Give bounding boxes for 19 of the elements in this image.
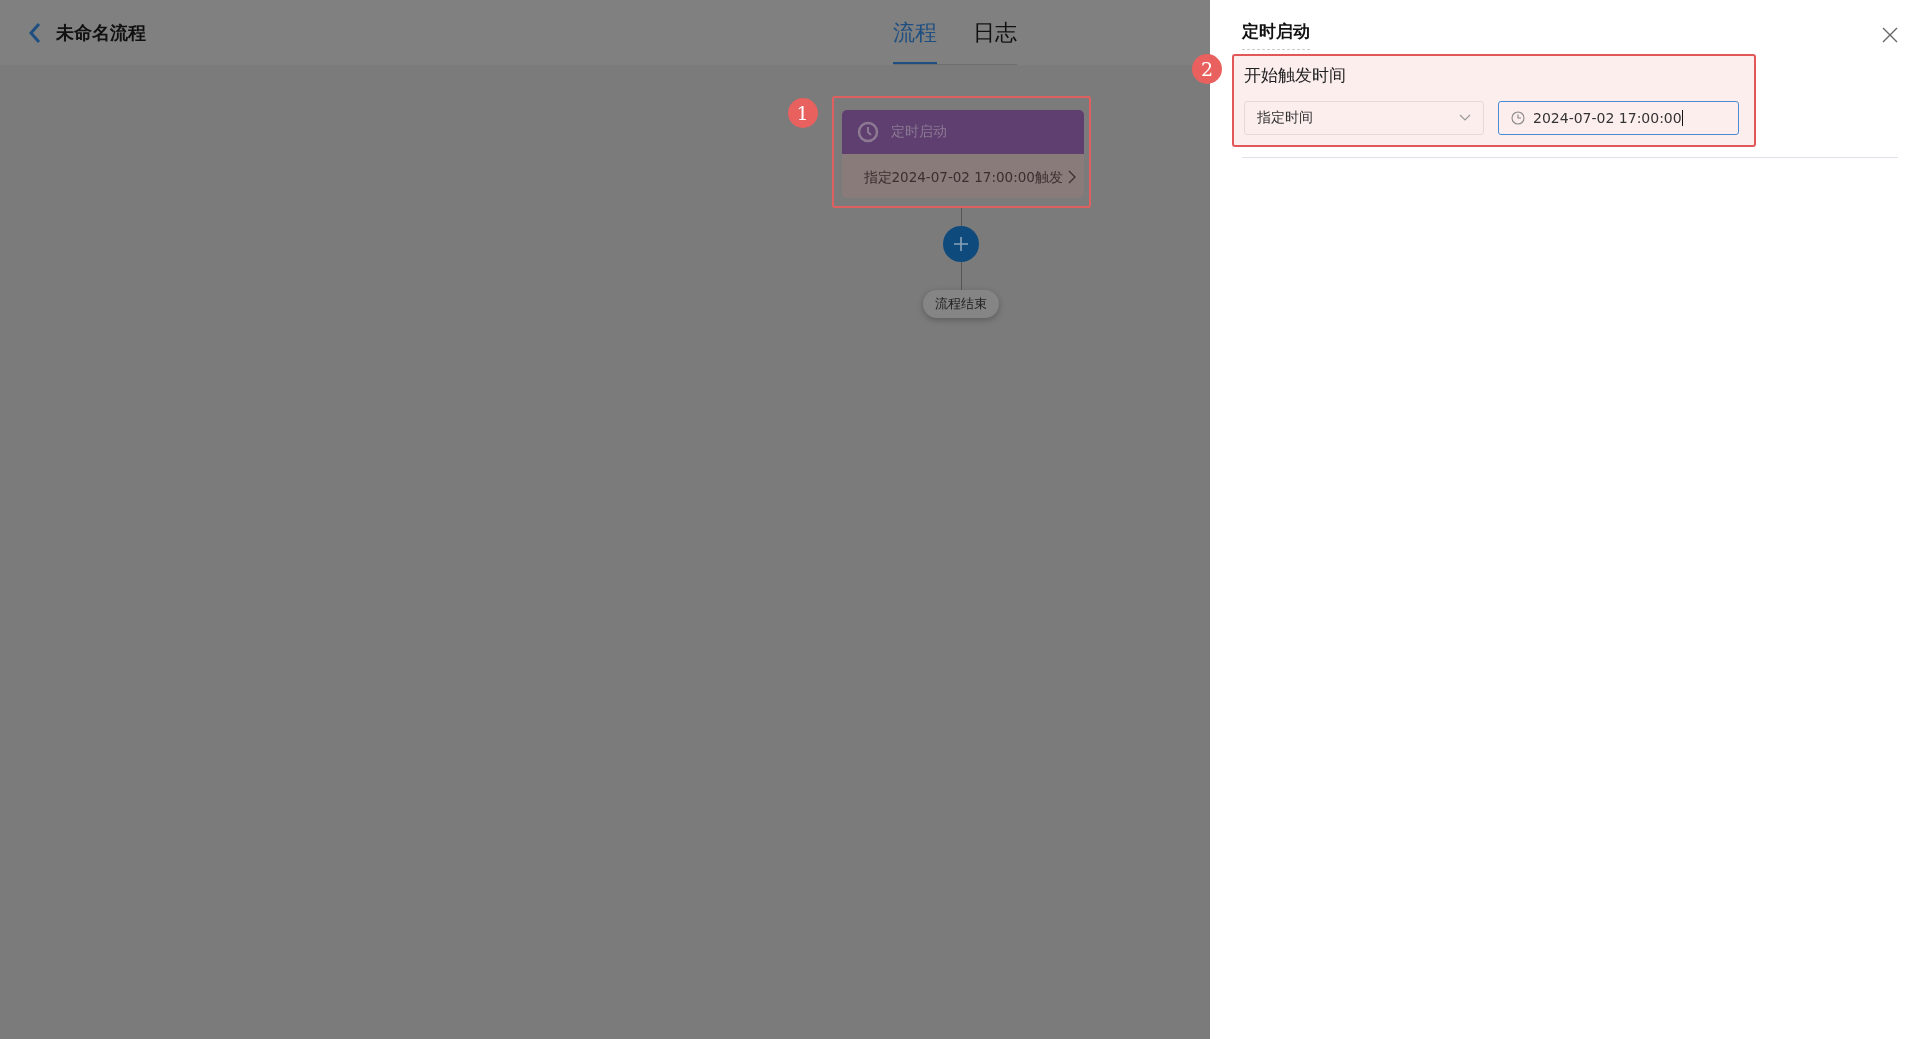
end-node: 流程结束 (923, 290, 999, 318)
clock-icon (856, 121, 879, 143)
time-field[interactable]: 2024-07-02 17:00:00 (1498, 101, 1739, 135)
start-node[interactable]: 定时启动 指定2024-07-02 17:00:00触发 (841, 110, 1084, 198)
step-badge: 2 (1192, 54, 1222, 84)
back-icon[interactable] (28, 21, 42, 44)
step-badge: 1 (787, 98, 818, 128)
page-title: 未命名流程 (56, 20, 146, 45)
trigger-type-select[interactable]: 指定时间 (1244, 101, 1484, 135)
node-description: 指定2024-07-02 17:00:00触发 (863, 168, 1064, 186)
panel-title: 定时启动 (1242, 20, 1310, 50)
tab[interactable]: 日志 (973, 4, 1017, 64)
add-icon[interactable] (943, 226, 979, 262)
clock-icon (1511, 111, 1525, 125)
chevron-down-icon (1459, 114, 1471, 122)
close-icon[interactable] (1882, 27, 1898, 43)
node-title: 定时启动 (890, 123, 947, 141)
chevron-right-icon (1067, 170, 1076, 184)
field-label: 开始触发时间 (1244, 64, 1347, 87)
